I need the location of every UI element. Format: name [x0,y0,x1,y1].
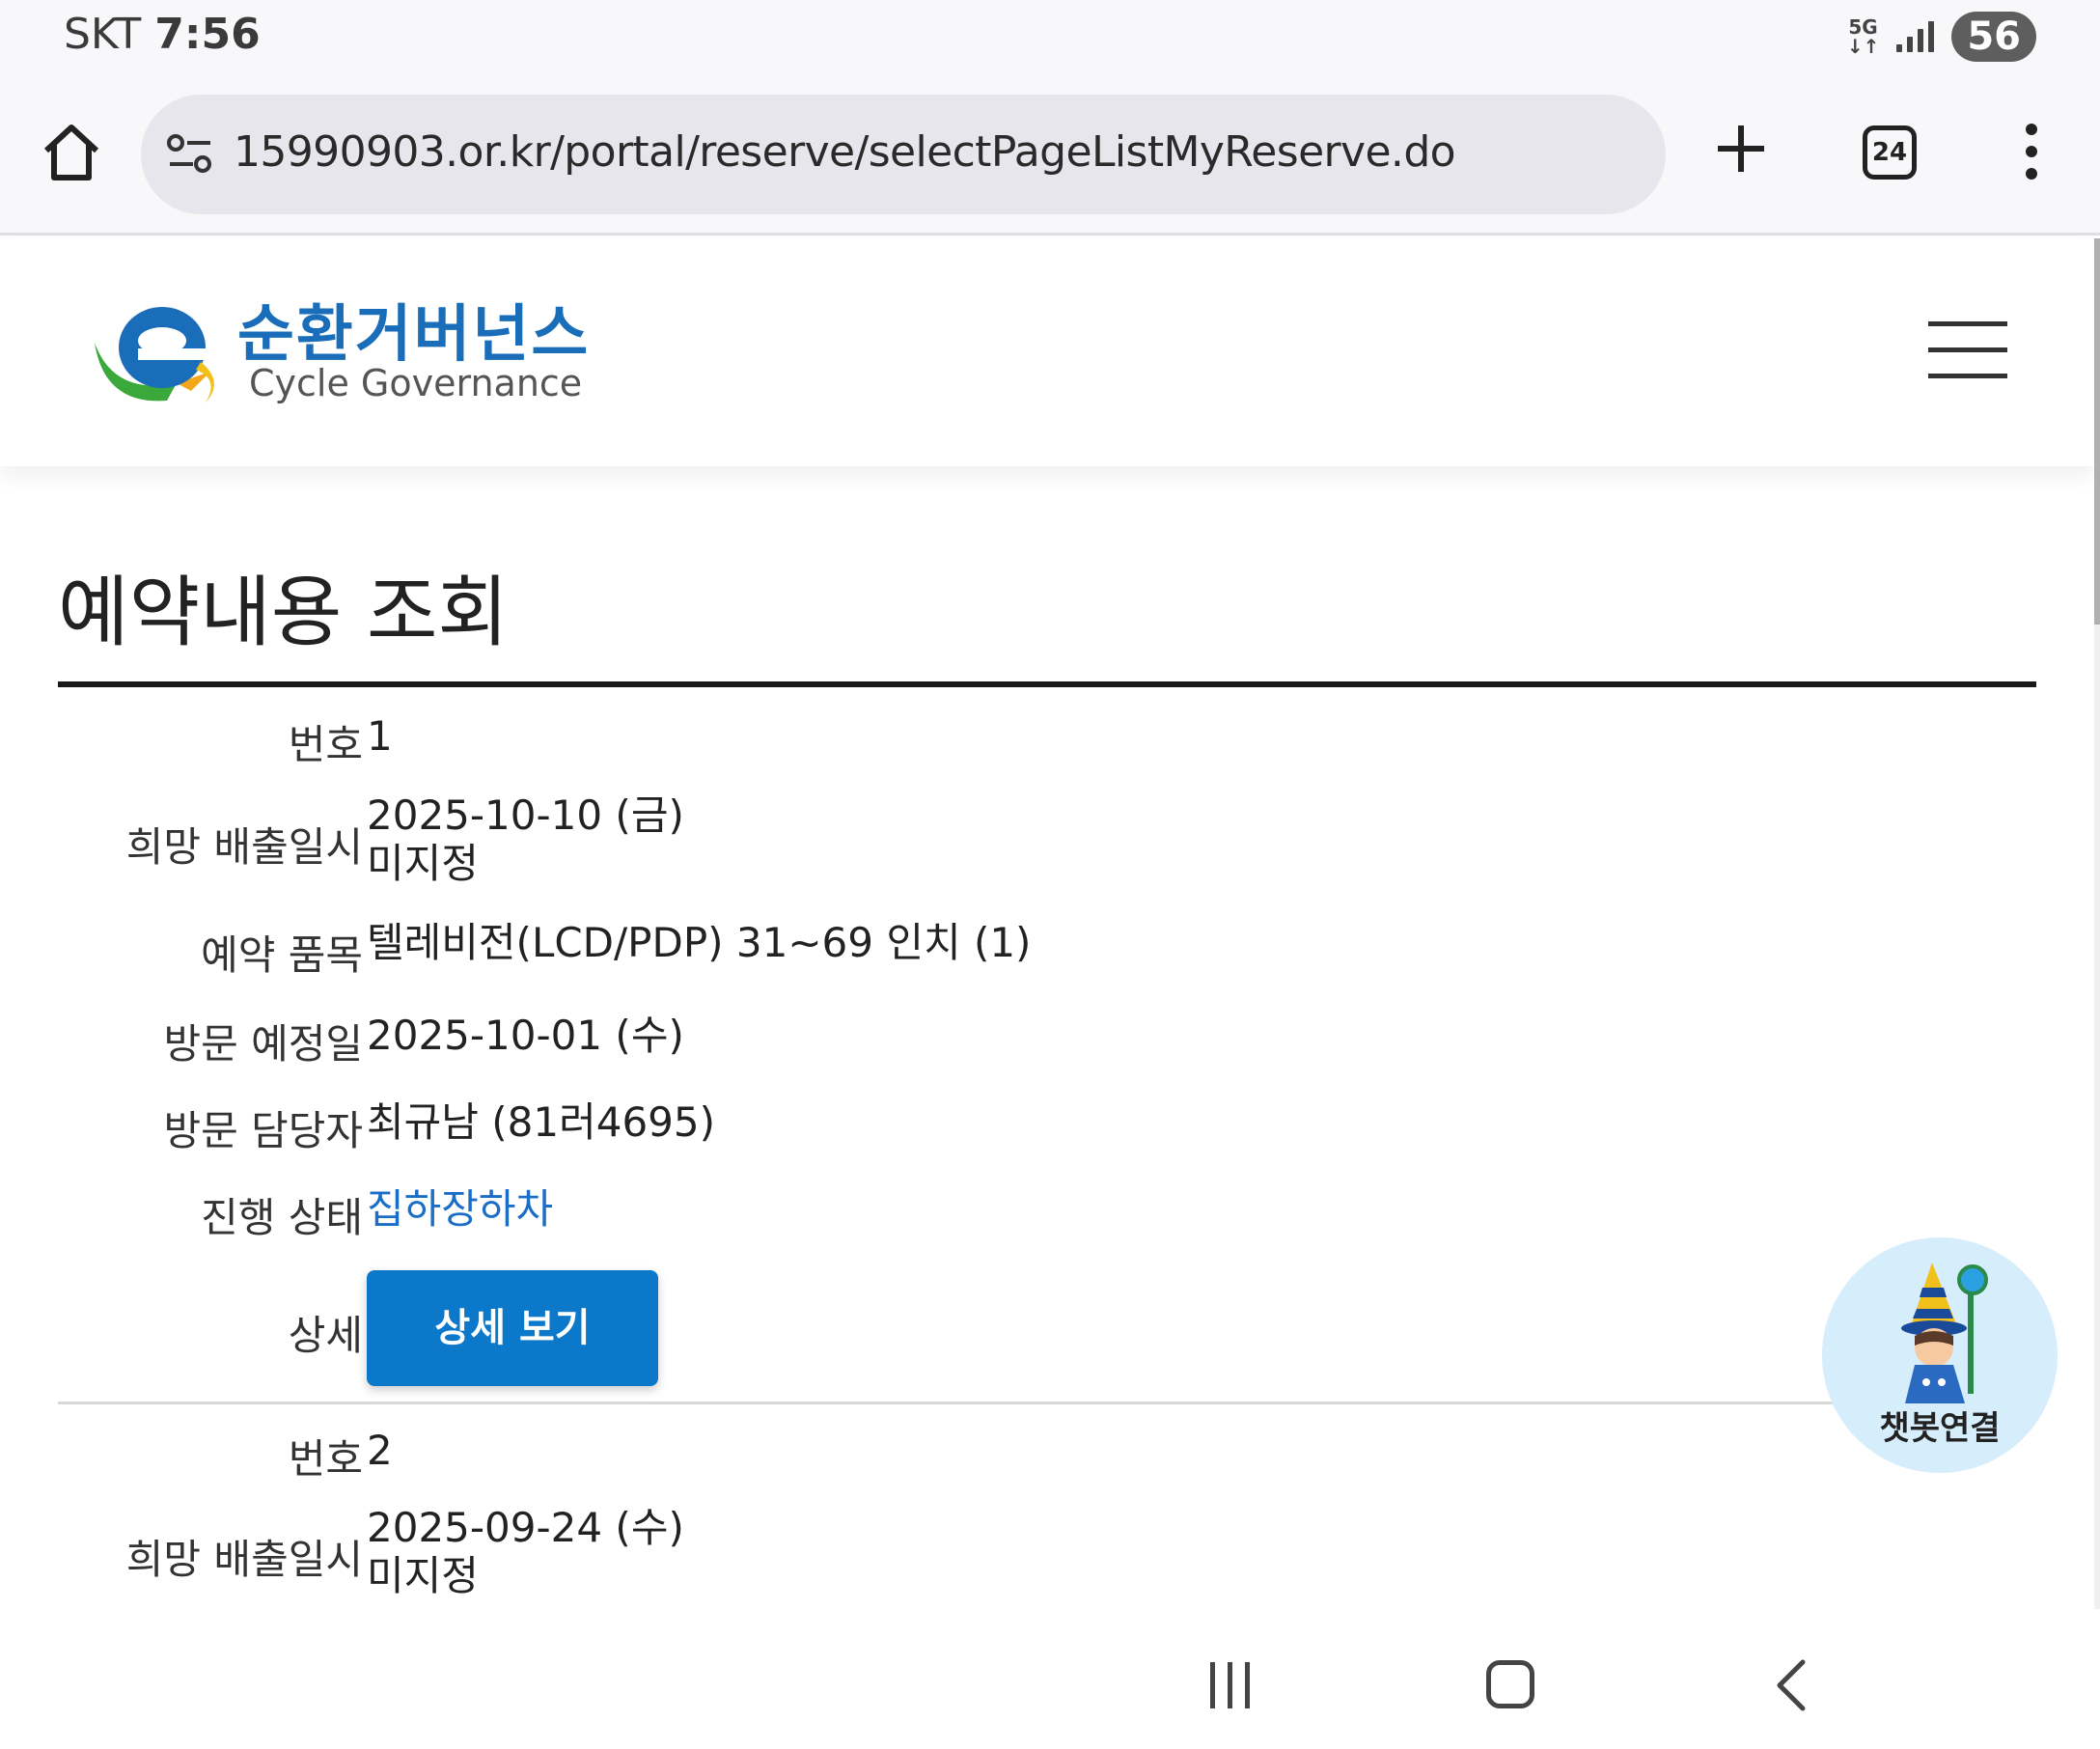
chatbot-label[interactable]: 챗봇연결 [1822,1402,2058,1449]
wizard-mascot-icon [1901,1263,1988,1403]
logo-english-text: Cycle Governance [249,362,583,404]
value-visit-staff: 최규남 (81러4695) [367,1098,716,1146]
record-divider [58,1402,2036,1404]
label-desired-date: 희망 배출일시 [125,1536,363,1583]
value-status: 집하장하차 [367,1185,554,1233]
site-logo[interactable]: 순환거버넌스 Cycle Governance [85,285,591,420]
carrier-label: SKT [64,10,142,59]
logo-e-icon [95,307,214,403]
view-detail-button[interactable]: 상세 보기 [367,1270,658,1386]
value-item: 텔레비전(LCD/PDP) 31~69 인치 (1) [367,919,1032,966]
recent-apps-icon[interactable] [1206,1662,1255,1708]
value-desired-date: 2025-10-10 (금) 미지정 [367,791,684,888]
desired-time: 미지정 [367,1552,479,1599]
label-visit-date: 방문 예정일 [163,1020,363,1068]
hamburger-menu-icon[interactable] [1928,321,2007,379]
value-number: 2 [367,1427,393,1474]
value-number: 1 [367,712,393,760]
label-visit-staff: 방문 담당자 [163,1107,363,1154]
value-visit-date: 2025-10-01 (수) [367,1012,684,1059]
page-title: 예약내용 조회 [58,568,510,657]
home-icon[interactable] [39,120,104,185]
new-tab-icon[interactable] [1712,120,1770,178]
desired-date: 2025-09-24 (수) [367,1504,684,1551]
label-detail: 상세 [288,1312,363,1359]
site-header: 순환거버넌스 Cycle Governance [0,238,2094,466]
label-status: 진행 상태 [201,1194,363,1241]
signal-icon [1896,21,1935,52]
label-number: 번호 [288,721,363,768]
browser-toolbar: 15990903.or.kr/portal/reserve/selectPage… [0,75,2100,236]
value-desired-date: 2025-09-24 (수) 미지정 [367,1504,684,1600]
more-menu-icon[interactable] [2017,124,2046,191]
home-button-icon[interactable] [1486,1660,1534,1708]
back-icon[interactable] [1772,1658,1810,1712]
tab-switcher-button[interactable]: 24 [1863,125,1917,180]
battery-icon: 56 [1951,12,2036,62]
system-nav-bar [0,1612,2100,1749]
label-number: 번호 [288,1435,363,1483]
network-arrows: ↓↑ [1846,35,1880,58]
status-icons: 5G ↓↑ 56 [1847,12,2036,62]
status-bar: SKT 7:56 5G ↓↑ 56 [0,0,2100,75]
label-item: 예약 품목 [201,931,363,979]
label-desired-date: 희망 배출일시 [125,823,363,871]
scrollbar-thumb[interactable] [2094,238,2100,625]
address-bar[interactable]: 15990903.or.kr/portal/reserve/selectPage… [141,95,1666,214]
desired-time: 미지정 [367,840,479,887]
url-text[interactable]: 15990903.or.kr/portal/reserve/selectPage… [234,127,1456,177]
chatbot-button[interactable]: 챗봇연결 [1822,1237,2058,1473]
screen: SKT 7:56 5G ↓↑ 56 15990903.or.kr/portal/… [0,0,2100,1749]
network-type-label: 5G [1848,15,1878,39]
title-divider [58,681,2036,687]
network-5g-icon: 5G ↓↑ [1847,17,1880,56]
status-carrier-time: SKT 7:56 [64,10,261,59]
logo-korean-text: 순환거버넌스 [237,299,591,371]
site-settings-icon[interactable] [166,133,214,176]
clock: 7:56 [154,10,261,59]
desired-date: 2025-10-10 (금) [367,791,684,839]
